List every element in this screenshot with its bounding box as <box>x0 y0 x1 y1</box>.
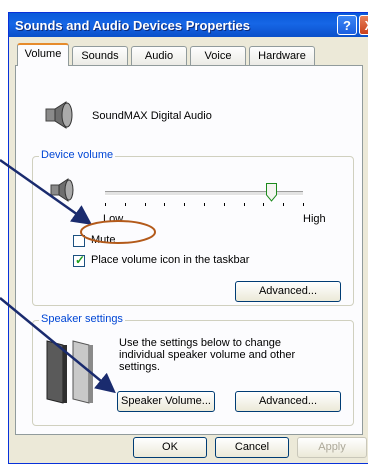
taskbar-icon-checkbox[interactable]: ✓ <box>73 253 86 267</box>
volume-speaker-icon <box>50 178 74 202</box>
speakers-icon <box>46 340 93 404</box>
slider-tick <box>144 203 146 206</box>
apply-button[interactable]: Apply <box>297 437 367 458</box>
volume-low-label: Low <box>103 213 124 225</box>
slider-tick <box>243 203 245 206</box>
slider-tick <box>105 203 106 206</box>
slider-tick <box>223 203 225 206</box>
volume-slider-thumb[interactable] <box>266 183 278 202</box>
speaker-volume-button[interactable]: Speaker Volume... <box>117 391 215 412</box>
close-button[interactable]: X <box>359 15 368 35</box>
device-volume-group-label: Device volume <box>39 149 116 161</box>
dialog-window: Sounds and Audio Devices Properties ? X … <box>8 12 368 464</box>
volume-tab-panel: SoundMAX Digital Audio Device volume Low… <box>15 65 363 435</box>
slider-tick <box>164 203 166 206</box>
tab-volume[interactable]: Volume <box>17 43 69 66</box>
speaker-icon <box>45 101 73 129</box>
device-volume-group: Device volume Low High Mute ✓ Place volu… <box>32 149 354 306</box>
device-name: SoundMAX Digital Audio <box>92 110 212 122</box>
taskbar-icon-label: Place volume icon in the taskbar <box>91 254 250 266</box>
tab-hardware[interactable]: Hardware <box>249 46 315 65</box>
speaker-settings-description: Use the settings below to change individ… <box>119 337 296 373</box>
window-title: Sounds and Audio Devices Properties <box>15 18 251 33</box>
mute-label: Mute <box>91 234 116 246</box>
slider-tick <box>184 203 186 206</box>
mute-checkbox[interactable] <box>73 235 85 247</box>
tab-audio[interactable]: Audio <box>131 46 187 65</box>
check-mark-icon: ✓ <box>75 253 86 267</box>
speaker-settings-group-label: Speaker settings <box>39 313 125 325</box>
slider-tick <box>204 203 205 206</box>
help-button[interactable]: ? <box>337 15 357 35</box>
tab-voice[interactable]: Voice <box>190 46 246 65</box>
slider-tick <box>124 203 126 206</box>
ok-button[interactable]: OK <box>133 437 207 458</box>
device-advanced-button[interactable]: Advanced... <box>235 281 341 302</box>
volume-high-label: High <box>303 213 326 225</box>
slider-tick <box>283 203 285 206</box>
slider-tick <box>263 203 265 206</box>
title-bar[interactable]: Sounds and Audio Devices Properties ? X <box>9 13 368 37</box>
slider-tick <box>303 203 304 206</box>
speaker-advanced-button[interactable]: Advanced... <box>235 391 341 412</box>
tab-sounds[interactable]: Sounds <box>72 46 128 65</box>
speaker-settings-group: Speaker settings Use the settings below … <box>32 313 354 426</box>
cancel-button[interactable]: Cancel <box>215 437 289 458</box>
